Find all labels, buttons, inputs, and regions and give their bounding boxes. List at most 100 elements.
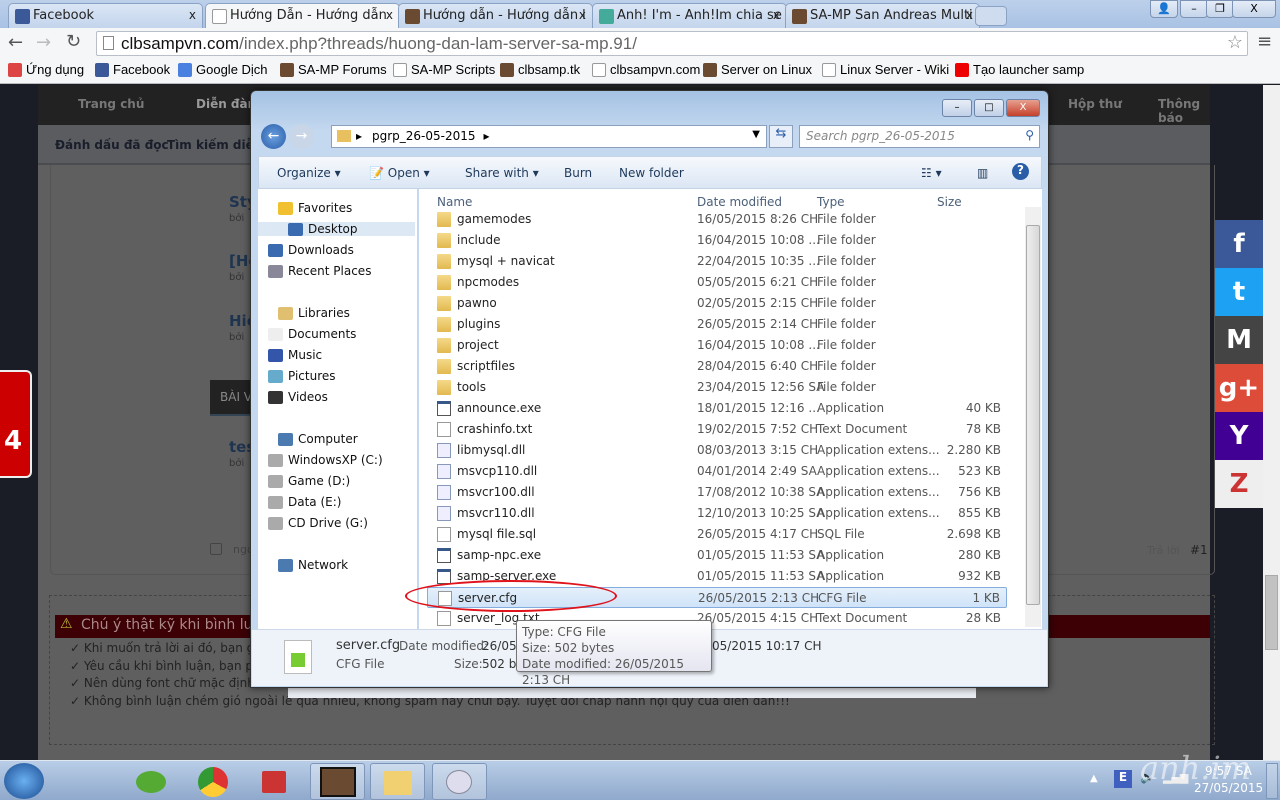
nav-pictures[interactable]: Pictures <box>268 369 336 383</box>
tab-close-icon[interactable]: x <box>386 8 393 22</box>
tab-close-icon[interactable]: x <box>579 8 586 22</box>
file-list-scrollbar[interactable] <box>1025 207 1041 627</box>
file-row[interactable]: crashinfo.txt 19/02/2015 7:52 CH Text Docu… <box>427 419 1007 440</box>
reload-icon[interactable]: ↻ <box>66 31 81 52</box>
bookmark-4[interactable]: SA-MP Scripts <box>393 62 495 77</box>
back-button[interactable]: ← <box>261 124 286 149</box>
organize-button[interactable]: Organize ▾ <box>277 166 341 180</box>
nav-inbox[interactable]: Hộp thư <box>1068 97 1122 111</box>
show-desktop-button[interactable] <box>1266 763 1278 799</box>
nav-drive-1[interactable]: Game (D:) <box>268 474 350 488</box>
show-hidden-icons[interactable]: ▲ <box>1090 773 1098 784</box>
refresh-button[interactable]: ⇆ <box>769 125 793 148</box>
taskbar-explorer[interactable] <box>370 763 425 800</box>
tab-1[interactable]: Hướng Dẫn - Hướng dẫn x <box>205 3 400 28</box>
share-button-4[interactable]: Y <box>1215 412 1263 460</box>
file-row[interactable]: msvcr100.dll 17/08/2012 10:38 SA Applicati… <box>427 482 1007 503</box>
nav-forums[interactable]: Diễn đàn <box>196 97 256 111</box>
taskbar-app-green[interactable] <box>124 763 179 800</box>
bookmark-5[interactable]: clbsamp.tk <box>500 62 580 77</box>
file-row[interactable]: msvcp110.dll 04/01/2014 2:49 SA Applicatio… <box>427 461 1007 482</box>
bookmark-6[interactable]: clbsampvn.com <box>592 62 700 77</box>
forward-button[interactable]: → <box>289 124 314 149</box>
tab-close-icon[interactable]: x <box>189 8 196 22</box>
taskbar-chrome[interactable] <box>186 763 241 800</box>
burn-button[interactable]: Burn <box>564 166 592 180</box>
nav-alerts[interactable]: Thông báo <box>1158 97 1210 125</box>
reply-link[interactable]: Trả lời <box>1147 544 1180 557</box>
bookmark-1[interactable]: Facebook <box>95 62 170 77</box>
taskbar-paint[interactable] <box>432 763 487 800</box>
tab-close-icon[interactable]: x <box>773 8 780 22</box>
nav-drive-2[interactable]: Data (E:) <box>268 495 341 509</box>
tab-4[interactable]: SA-MP San Andreas Multi x <box>785 3 980 28</box>
star-icon[interactable]: ☆ <box>1227 32 1243 53</box>
url-input[interactable]: clbsampvn.com/index.php?threads/huong-da… <box>96 31 1248 56</box>
nav-drive-0[interactable]: WindowsXP (C:) <box>268 453 383 467</box>
chevron-down-icon[interactable]: ▼ <box>752 129 760 140</box>
share-button-1[interactable]: t <box>1215 268 1263 316</box>
explorer-maximize-button[interactable]: □ <box>974 99 1004 117</box>
column-date[interactable]: Date modified <box>697 195 782 209</box>
forward-icon[interactable]: → <box>36 32 51 53</box>
column-size[interactable]: Size <box>937 195 962 209</box>
taskbar-toolbox[interactable] <box>248 763 303 800</box>
new-folder-button[interactable]: New folder <box>619 166 684 180</box>
nav-recent-places[interactable]: Recent Places <box>268 264 371 278</box>
explorer-close-button[interactable]: X <box>1006 99 1040 117</box>
file-row[interactable]: scriptfiles 28/04/2015 6:40 CH File folder <box>427 356 1007 377</box>
bookmark-7[interactable]: Server on Linux <box>703 62 812 77</box>
breadcrumb[interactable]: ▸ pgrp_26-05-2015 ▸ ▼ <box>331 125 767 148</box>
bookmark-3[interactable]: SA-MP Forums <box>280 62 387 77</box>
share-button-3[interactable]: g+ <box>1215 364 1263 412</box>
file-row[interactable]: plugins 26/05/2015 2:14 CH File folder <box>427 314 1007 335</box>
nav-documents[interactable]: Documents <box>268 327 356 341</box>
select-checkbox[interactable] <box>210 543 222 555</box>
help-icon[interactable]: ? <box>1012 163 1029 180</box>
back-icon[interactable]: ← <box>8 32 23 53</box>
file-row[interactable]: msvcr110.dll 12/10/2013 10:25 SA Applicati… <box>427 503 1007 524</box>
explorer-minimize-button[interactable]: – <box>942 99 972 117</box>
new-tab-button[interactable] <box>975 6 1007 26</box>
column-name[interactable]: Name <box>437 195 472 209</box>
minimize-button[interactable]: – <box>1180 0 1208 18</box>
post-number[interactable]: #1 <box>1190 543 1208 557</box>
tab-close-icon[interactable]: x <box>966 8 973 22</box>
file-row[interactable]: mysql + navicat 22/04/2015 10:35 ... File … <box>427 251 1007 272</box>
file-row[interactable]: project 16/04/2015 10:08 ... File folder <box>427 335 1007 356</box>
nav-desktop[interactable]: Desktop <box>258 222 415 236</box>
unikey-icon[interactable]: E <box>1114 770 1132 788</box>
bookmark-8[interactable]: Linux Server - Wiki <box>822 62 949 77</box>
view-options-icon[interactable]: ☷ ▾ <box>921 166 942 180</box>
tab-0[interactable]: Facebook x <box>8 3 203 28</box>
taskbar-samp[interactable] <box>310 763 365 800</box>
search-forum-link[interactable]: Tìm kiếm diễn <box>167 138 262 152</box>
nav-favorites[interactable]: Favorites <box>278 201 352 215</box>
nav-network[interactable]: Network <box>278 558 348 572</box>
file-row[interactable]: pawno 02/05/2015 2:15 CH File folder <box>427 293 1007 314</box>
profile-button[interactable]: 👤 <box>1150 0 1178 18</box>
start-button[interactable] <box>4 763 44 799</box>
file-row[interactable]: npcmodes 05/05/2015 6:21 CH File folder <box>427 272 1007 293</box>
share-button-0[interactable]: f <box>1215 220 1263 268</box>
share-button-5[interactable]: Z <box>1215 460 1263 508</box>
menu-icon[interactable]: ≡ <box>1257 31 1272 52</box>
share-button-2[interactable]: M <box>1215 316 1263 364</box>
tab-2[interactable]: Hướng dẫn - Hướng dẫn lx <box>398 3 593 28</box>
close-button[interactable]: X <box>1232 0 1276 18</box>
file-row[interactable]: tools 23/04/2015 12:56 SA File folder <box>427 377 1007 398</box>
nav-downloads[interactable]: Downloads <box>268 243 354 257</box>
file-row[interactable]: mysql file.sql 26/05/2015 4:17 CH SQL File… <box>427 524 1007 545</box>
bookmark-2[interactable]: Google Dịch <box>178 62 268 77</box>
share-with-button[interactable]: Share with ▾ <box>465 166 539 180</box>
file-row[interactable]: announce.exe 18/01/2015 12:16 ... Applicat… <box>427 398 1007 419</box>
bookmark-0[interactable]: Ứng dụng <box>8 62 84 77</box>
nav-drive-3[interactable]: CD Drive (G:) <box>268 516 368 530</box>
nav-computer[interactable]: Computer <box>278 432 358 446</box>
bookmark-9[interactable]: Tạo launcher samp <box>955 62 1084 77</box>
nav-libraries[interactable]: Libraries <box>278 306 350 320</box>
nav-home[interactable]: Trang chủ <box>78 97 144 111</box>
column-type[interactable]: Type <box>817 195 845 209</box>
restore-button[interactable]: ❐ <box>1206 0 1234 18</box>
file-row[interactable]: gamemodes 16/05/2015 8:26 CH File folder <box>427 209 1007 230</box>
